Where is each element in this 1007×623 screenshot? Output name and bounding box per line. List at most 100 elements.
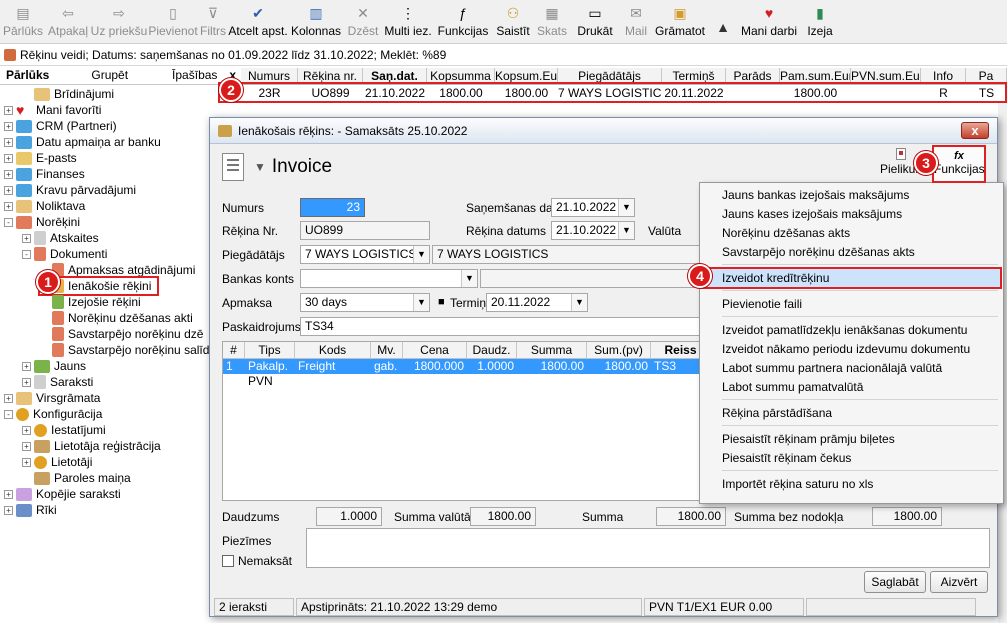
toolbar-button-15[interactable]: ▲	[708, 0, 738, 44]
rekina-date-field[interactable]: 21.10.2022 ▼	[551, 221, 635, 240]
toolbar-button-3[interactable]: ▯ Pievienot	[148, 0, 198, 44]
menu-item[interactable]: Piesaistīt rēķinam čekus	[722, 451, 851, 465]
toolbar-button-6[interactable]: ▥ Kolonnas	[288, 0, 344, 44]
dropdown-arrow-icon[interactable]: ▼	[413, 294, 429, 311]
toolbar-button-0[interactable]: ▤ Pārlūks	[0, 0, 46, 44]
menu-item[interactable]: Importēt rēķina saturu no xls	[722, 477, 873, 491]
numurs-field[interactable]: 23	[300, 198, 365, 217]
tree-item[interactable]: Izejošie rēķini	[40, 294, 141, 310]
nemaksat-checkbox[interactable]: Nemaksāt	[222, 554, 292, 568]
tab-ipasibas[interactable]: Īpašības	[166, 67, 223, 84]
menu-item[interactable]: Savstarpējo norēķinu dzēšanas akts	[722, 245, 915, 259]
expand-icon[interactable]: +	[4, 489, 13, 499]
expand-icon[interactable]: +	[22, 377, 31, 387]
collapse-icon[interactable]: -	[4, 409, 13, 419]
expand-icon[interactable]: +	[4, 393, 13, 403]
menu-item[interactable]: Pievienotie faili	[722, 297, 802, 311]
piezimes-textarea[interactable]	[306, 528, 990, 568]
tree-item[interactable]: Apmaksas atgādinājumi	[40, 262, 195, 278]
tree-item[interactable]: Savstarpējo norēķinu salīd	[40, 342, 209, 358]
column-header[interactable]: Mv.	[371, 342, 403, 358]
menu-item[interactable]: Rēķina pārstādīšana	[722, 406, 832, 420]
piegadatajs-select[interactable]: 7 WAYS LOGISTICS ▼	[300, 245, 430, 264]
expand-icon[interactable]: +	[4, 153, 13, 163]
expand-icon[interactable]: +	[4, 201, 13, 211]
dropdown-arrow-icon[interactable]: ▼	[413, 246, 429, 263]
expand-icon[interactable]: +	[4, 137, 13, 147]
column-header[interactable]: Daudz.	[467, 342, 517, 358]
toolbar-button-16[interactable]: ♥ Mani darbi	[738, 0, 800, 44]
toolbar-button-5[interactable]: ✔ Atcelt apst.	[228, 0, 288, 44]
column-header[interactable]: #	[223, 342, 245, 358]
tree-item[interactable]: + Rīki	[4, 502, 57, 518]
table-row[interactable]: 1 Pakalp. Freight gab. 1800.000 1.0000 1800.00…	[223, 359, 711, 374]
tree-item[interactable]: + CRM (Partneri)	[4, 118, 117, 134]
tree-item[interactable]: - Norēķini	[4, 214, 80, 230]
save-button[interactable]: Saglabāt	[864, 571, 926, 593]
expand-icon[interactable]: +	[4, 105, 13, 115]
tree-item[interactable]: + Lietotāji	[22, 454, 92, 470]
menu-item[interactable]: Labot summu pamatvalūtā	[722, 380, 863, 394]
bankas-konts-select[interactable]: ▼	[300, 269, 478, 288]
toolbar-button-4[interactable]: ⊽ Filtrs	[198, 0, 228, 44]
toolbar-button-14[interactable]: ▣ Grāmatot	[652, 0, 708, 44]
tree-item[interactable]: - Dokumenti	[22, 246, 107, 262]
column-header[interactable]: Cena	[403, 342, 467, 358]
expand-icon[interactable]: +	[22, 425, 31, 435]
menu-item[interactable]: Izveidot nākamo periodu izdevumu dokumen…	[722, 342, 970, 356]
tree-item[interactable]: Brīdinājumi	[22, 86, 114, 102]
toolbar-button-9[interactable]: ƒ Funkcijas	[434, 0, 492, 44]
tree-item[interactable]: + E-pasts	[4, 150, 77, 166]
dropdown-arrow-icon[interactable]: ▼	[571, 294, 587, 311]
rekina-nr-field[interactable]: UO899	[300, 221, 430, 240]
tree-item[interactable]: + Kravu pārvadājumi	[4, 182, 136, 198]
expand-icon[interactable]: +	[22, 457, 31, 467]
expand-icon[interactable]: +	[4, 505, 13, 515]
column-header[interactable]: Sum.(pv)	[587, 342, 651, 358]
menu-item[interactable]: Norēķinu dzēšanas akts	[722, 226, 850, 240]
menu-item[interactable]: Labot summu partnera nacionālajā valūtā	[722, 361, 942, 375]
table-row[interactable]: PVN	[223, 374, 711, 389]
tree-item[interactable]: + ♥ Mani favorīti	[4, 102, 101, 118]
tree-item[interactable]: - Konfigurācija	[4, 406, 102, 422]
chevron-down-icon[interactable]: ▼	[254, 160, 266, 174]
dialog-close-button[interactable]: x	[961, 122, 989, 139]
tree-item[interactable]: + Lietotāja reģistrācija	[22, 438, 161, 454]
tree-item[interactable]: + Atskaites	[22, 230, 99, 246]
sanemsanas-date-field[interactable]: 21.10.2022 ▼	[551, 198, 635, 217]
toolbar-button-2[interactable]: ⇨ Uz priekšu	[90, 0, 148, 44]
tab-parluks[interactable]: Pārlūks	[0, 67, 55, 84]
tree-item[interactable]: Savstarpējo norēķinu dzē	[40, 326, 203, 342]
toolbar-button-1[interactable]: ⇦ Atpakaļ	[46, 0, 90, 44]
menu-item[interactable]: Piesaistīt rēķinam prāmju biļetes	[722, 432, 895, 446]
tree-item[interactable]: + Finanses	[4, 166, 85, 182]
expand-icon[interactable]: +	[22, 441, 31, 451]
tree-item[interactable]: + Virsgrāmata	[4, 390, 100, 406]
termins-date-field[interactable]: 20.11.2022 ▼	[486, 293, 588, 312]
expand-icon[interactable]: +	[4, 121, 13, 131]
expand-icon[interactable]: +	[22, 233, 31, 243]
tab-grupet[interactable]: Grupēt	[85, 67, 134, 84]
toolbar-button-11[interactable]: ▦ Skats	[534, 0, 570, 44]
tree-item[interactable]: + Kopējie saraksti	[4, 486, 121, 502]
functions-button[interactable]: fx Funkcijas	[932, 145, 986, 183]
dropdown-arrow-icon[interactable]: ▼	[618, 199, 634, 216]
apmaksa-select[interactable]: 30 days ▼	[300, 293, 430, 312]
tree-item[interactable]: Paroles maiņa	[22, 470, 131, 486]
tree-item[interactable]: + Jauns	[22, 358, 86, 374]
tree-item[interactable]: Norēķinu dzēšanas akti	[40, 310, 193, 326]
toolbar-button-13[interactable]: ✉ Mail	[620, 0, 652, 44]
menu-item[interactable]: Jauns bankas izejošais maksājums	[722, 188, 909, 202]
collapse-icon[interactable]: -	[22, 249, 31, 259]
dropdown-arrow-icon[interactable]: ▼	[461, 270, 477, 287]
menu-item[interactable]: Jauns kases izejošais maksājums	[722, 207, 902, 221]
dropdown-arrow-icon[interactable]: ▼	[618, 222, 634, 239]
expand-icon[interactable]: +	[22, 361, 31, 371]
tree-item[interactable]: + Saraksti	[22, 374, 93, 390]
tree-item[interactable]: + Noliktava	[4, 198, 85, 214]
tree-item[interactable]: + Datu apmaiņa ar banku	[4, 134, 161, 150]
expand-icon[interactable]: +	[4, 185, 13, 195]
close-button[interactable]: Aizvērt	[930, 571, 988, 593]
toolbar-button-7[interactable]: ✕ Dzēst	[344, 0, 382, 44]
column-header[interactable]: Kods	[295, 342, 371, 358]
